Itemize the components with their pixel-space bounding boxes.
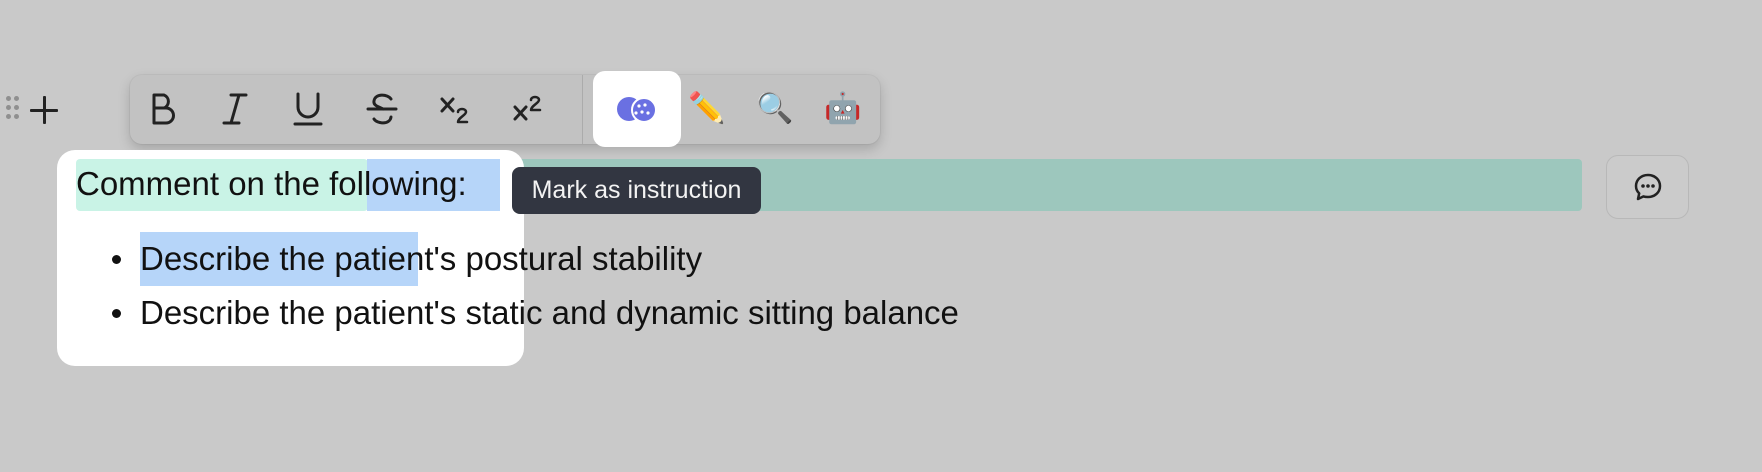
- subscript-icon: [440, 97, 469, 124]
- strikethrough-icon: [366, 93, 398, 125]
- list-item[interactable]: Describe the patient's postural stabilit…: [108, 232, 959, 286]
- toolbar-divider: [582, 75, 583, 144]
- underline-icon: [293, 92, 323, 126]
- ai-assistant-button[interactable]: 🤖: [813, 84, 873, 134]
- italic-button[interactable]: [205, 84, 265, 134]
- italic-icon: [222, 93, 248, 125]
- subscript-button[interactable]: [425, 84, 485, 134]
- tooltip: Mark as instruction: [512, 167, 761, 214]
- plus-icon[interactable]: [28, 94, 60, 126]
- underline-button[interactable]: [278, 84, 338, 134]
- magnifier-icon: 🔍: [756, 92, 794, 125]
- drag-handle-icon[interactable]: [6, 96, 24, 124]
- mark-instruction-button[interactable]: [593, 71, 681, 147]
- bullet-list: Describe the patient's postural stabilit…: [108, 232, 959, 340]
- search-button[interactable]: 🔍: [745, 84, 805, 134]
- paragraph-heading[interactable]: Comment on the following:: [76, 164, 467, 204]
- formatting-toolbar: ✏️ 🔍 🤖: [130, 71, 880, 147]
- instruction-icon: [617, 97, 657, 123]
- superscript-button[interactable]: [498, 84, 558, 134]
- strikethrough-button[interactable]: [352, 84, 412, 134]
- superscript-icon: [513, 95, 542, 121]
- bold-icon: [152, 93, 175, 125]
- comment-icon: [1634, 173, 1661, 201]
- edit-button[interactable]: ✏️: [677, 84, 737, 134]
- list-item[interactable]: Describe the patient's static and dynami…: [108, 286, 959, 340]
- add-comment-button[interactable]: [1606, 155, 1689, 219]
- bold-button[interactable]: [133, 84, 193, 134]
- pencil-icon: ✏️: [688, 92, 726, 125]
- robot-icon: 🤖: [824, 92, 862, 125]
